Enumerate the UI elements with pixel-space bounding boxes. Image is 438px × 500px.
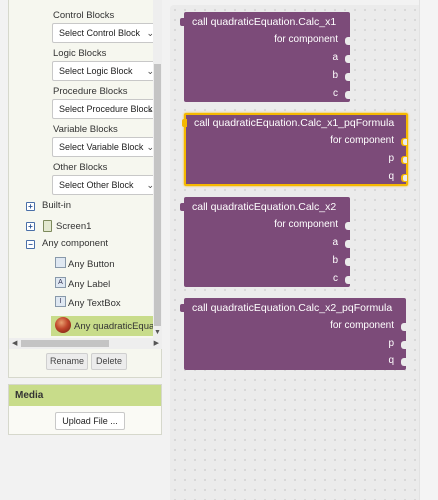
block-param-c: c — [333, 273, 338, 284]
block-title: call quadraticEquation.Calc_x1_pqFormula — [194, 117, 395, 129]
delete-button[interactable]: Delete — [91, 353, 127, 370]
block-param-for-component: for component — [330, 320, 394, 331]
variable-blocks-select[interactable]: Select Variable Block ⌄ — [52, 137, 153, 157]
input-socket[interactable] — [345, 37, 351, 45]
control-blocks-label: Control Blocks — [53, 10, 115, 21]
button-icon — [55, 257, 66, 268]
collapse-any-component-icon[interactable]: − — [26, 240, 35, 249]
control-blocks-select-value: Select Control Block — [59, 28, 141, 38]
scroll-left-arrow-icon[interactable]: ◀ — [12, 339, 17, 347]
tree-item-builtin[interactable]: Built-in — [42, 200, 71, 211]
tree-item-any-textbox[interactable]: Any TextBox — [68, 298, 121, 309]
horizontal-scrollbar-thumb[interactable] — [21, 340, 109, 347]
logic-blocks-select[interactable]: Select Logic Block ⌄ — [52, 61, 153, 81]
extension-avatar-icon — [55, 317, 71, 333]
logic-blocks-select-value: Select Logic Block — [59, 66, 133, 76]
expand-screen1-icon[interactable]: + — [26, 222, 35, 231]
block-param-a: a — [332, 52, 338, 63]
control-blocks-select[interactable]: Select Control Block ⌄ — [52, 23, 153, 43]
horizontal-scrollbar[interactable]: ◀ ▶ — [9, 338, 162, 349]
block-param-a: a — [332, 237, 338, 248]
blocks-panel: Control Blocks Select Control Block ⌄ Lo… — [8, 0, 162, 378]
media-header: Media — [9, 385, 161, 406]
input-socket[interactable] — [345, 55, 351, 63]
call-block-calc-x1-pq-formula[interactable]: call quadraticEquation.Calc_x1_pqFormula… — [182, 113, 408, 186]
block-param-b: b — [332, 70, 338, 81]
variable-blocks-select-value: Select Variable Block — [59, 142, 144, 152]
input-socket[interactable] — [345, 240, 351, 248]
tree-item-screen1[interactable]: Screen1 — [56, 221, 91, 232]
input-socket[interactable] — [345, 73, 351, 81]
block-title: call quadraticEquation.Calc_x2_pqFormula — [192, 302, 393, 314]
media-panel: Media Upload File ... — [8, 384, 162, 435]
block-title: call quadraticEquation.Calc_x1 — [192, 16, 337, 28]
block-param-p: p — [388, 338, 394, 349]
block-param-c: c — [333, 88, 338, 99]
textbox-icon: I — [55, 296, 66, 307]
call-block-calc-x2[interactable]: call quadraticEquation.Calc_x2 for compo… — [180, 197, 351, 287]
block-param-b: b — [332, 255, 338, 266]
block-title: call quadraticEquation.Calc_x2 — [192, 201, 337, 213]
block-param-for-component: for component — [274, 219, 338, 230]
rename-button[interactable]: Rename — [46, 353, 88, 370]
input-socket[interactable] — [401, 138, 407, 146]
input-socket[interactable] — [345, 222, 351, 230]
call-block-calc-x1[interactable]: call quadraticEquation.Calc_x1 for compo… — [180, 12, 351, 102]
label-icon: A — [55, 277, 66, 288]
scroll-down-arrow-icon[interactable]: ▼ — [154, 329, 161, 336]
vertical-scrollbar[interactable]: ▼ — [153, 0, 162, 338]
other-blocks-select[interactable]: Select Other Block ⌄ — [52, 175, 153, 195]
block-connector-tab — [180, 18, 185, 26]
input-socket[interactable] — [345, 258, 351, 266]
scroll-right-arrow-icon[interactable]: ▶ — [154, 339, 159, 347]
block-connector-tab — [180, 203, 185, 211]
procedure-blocks-select[interactable]: Select Procedure Block ⌄ — [52, 99, 153, 119]
logic-blocks-label: Logic Blocks — [53, 48, 107, 59]
workspace-scrollbar[interactable] — [419, 0, 438, 500]
vertical-scrollbar-thumb[interactable] — [154, 64, 161, 326]
procedure-blocks-select-value: Select Procedure Block — [59, 104, 153, 114]
input-socket[interactable] — [345, 276, 351, 284]
input-socket[interactable] — [401, 323, 407, 331]
tree-item-any-label[interactable]: Any Label — [68, 279, 110, 290]
tree-item-any-quadratic-equation[interactable]: Any quadraticEquation — [74, 321, 153, 332]
block-param-for-component: for component — [330, 135, 394, 146]
other-blocks-label: Other Blocks — [53, 162, 108, 173]
variable-blocks-label: Variable Blocks — [53, 124, 118, 135]
block-connector-tab — [180, 304, 185, 312]
input-socket[interactable] — [401, 156, 407, 164]
block-param-p: p — [388, 153, 394, 164]
input-socket[interactable] — [401, 358, 407, 366]
call-block-calc-x2-pq-formula[interactable]: call quadraticEquation.Calc_x2_pqFormula… — [180, 298, 407, 370]
screen-icon — [43, 220, 52, 232]
tree-item-any-component[interactable]: Any component — [42, 238, 108, 249]
tree-item-any-button[interactable]: Any Button — [68, 259, 114, 270]
other-blocks-select-value: Select Other Block — [59, 180, 134, 190]
expand-builtin-icon[interactable]: + — [26, 202, 35, 211]
block-connector-tab — [182, 119, 187, 127]
upload-file-button[interactable]: Upload File ... — [55, 412, 125, 430]
block-param-q: q — [388, 171, 394, 182]
input-socket[interactable] — [401, 341, 407, 349]
input-socket[interactable] — [401, 174, 407, 182]
blocks-tree: Control Blocks Select Control Block ⌄ Lo… — [9, 0, 153, 338]
block-param-q: q — [388, 355, 394, 366]
block-param-for-component: for component — [274, 34, 338, 45]
procedure-blocks-label: Procedure Blocks — [53, 86, 128, 97]
input-socket[interactable] — [345, 91, 351, 99]
